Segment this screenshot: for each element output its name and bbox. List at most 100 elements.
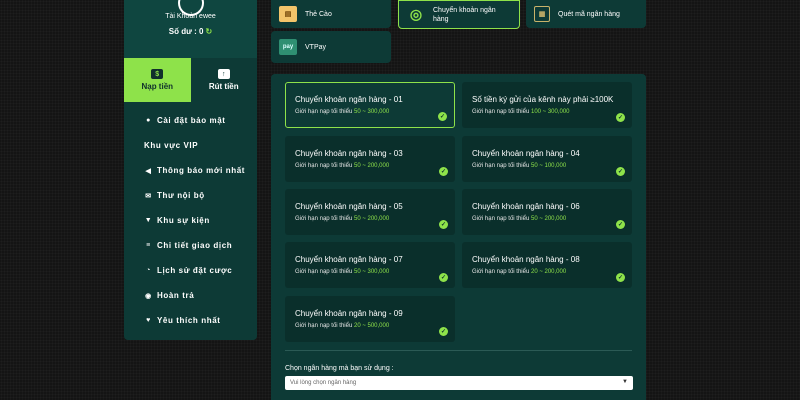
bank-name: Chuyển khoản ngân hàng - 04 — [472, 149, 580, 158]
menu-item-label: Cài đặt bảo mật — [157, 116, 226, 125]
heart-icon: ♥ — [146, 317, 151, 324]
menu-item-bet-history[interactable]: ◔ Lịch sử đặt cược — [124, 258, 257, 283]
account-sidebar: Tài Khoản ewee Số dư : 0 ↻ $ Nạp tiền ↑ R… — [124, 0, 257, 340]
qr-icon: ▦ — [534, 6, 550, 22]
method-scratch-card[interactable]: ▤ Thẻ Cào — [271, 0, 391, 28]
bank-card-07[interactable]: Chuyển khoản ngân hàng - 07 Giới hạn nạp… — [285, 242, 455, 288]
bank-select-placeholder: Vui lòng chọn ngân hàng — [290, 380, 357, 386]
history-icon: ◔ — [146, 267, 151, 274]
check-icon: ✓ — [616, 167, 625, 176]
bank-name: Số tiền ký gửi của kênh này phải ≥100K — [472, 95, 614, 104]
limit-label: Giới hạn nạp tối thiểu — [472, 269, 530, 275]
menu-item-news[interactable]: ◀ Thông báo mới nhất — [124, 158, 257, 183]
card-icon: ▤ — [279, 6, 297, 22]
check-icon: ✓ — [438, 112, 447, 121]
menu-item-refund[interactable]: ◉ Hoàn trả — [124, 283, 257, 308]
bank-limit: Giới hạn nạp tối thiểu 50 ~ 300,000 — [295, 269, 455, 275]
limit-range: 50 ~ 100,000 — [530, 163, 567, 169]
menu-item-label: Hoàn trả — [157, 291, 195, 300]
menu-item-events[interactable]: ▼ Khu sự kiện — [124, 208, 257, 233]
method-qr-bank[interactable]: ▦ Quét mã ngân hàng — [526, 0, 646, 28]
bank-card-04[interactable]: Chuyển khoản ngân hàng - 04 Giới hạn nạp… — [462, 136, 632, 182]
menu-item-inbox[interactable]: ✉ Thư nội bộ — [124, 183, 257, 208]
bank-limit: Giới hạn nạp tối thiểu 50 ~ 200,000 — [472, 216, 632, 222]
method-label: VTPay — [305, 43, 327, 51]
check-icon: ✓ — [439, 273, 448, 282]
bank-name: Chuyển khoản ngân hàng - 09 — [295, 309, 403, 318]
balance-text: Số dư : 0 — [168, 27, 204, 36]
bank-channel-panel: Chuyển khoản ngân hàng - 01 Giới hạn nạp… — [271, 74, 646, 400]
method-bank-transfer[interactable]: ◎ Chuyển khoản ngân hàng — [398, 0, 520, 29]
menu-item-vip[interactable]: Khu vực VIP — [124, 133, 257, 158]
check-icon: ✓ — [616, 273, 625, 282]
limit-label: Giới hạn nạp tối thiểu — [295, 269, 353, 275]
check-icon: ✓ — [616, 220, 625, 229]
bank-limit: Giới hạn nạp tối thiểu 50 ~ 200,000 — [295, 216, 455, 222]
bank-card-08[interactable]: Chuyển khoản ngân hàng - 08 Giới hạn nạp… — [462, 242, 632, 288]
bank-limit: Giới hạn nạp tối thiểu 50 ~ 300,000 — [295, 109, 454, 115]
menu-item-favorites[interactable]: ♥ Yêu thích nhất — [124, 308, 257, 333]
bank-name: Chuyển khoản ngân hàng - 01 — [295, 95, 403, 104]
limit-range: 20 ~ 500,000 — [353, 323, 390, 329]
limit-label: Giới hạn nạp tối thiểu — [295, 163, 353, 169]
wallet-tabs: $ Nạp tiền ↑ Rút tiền — [124, 58, 257, 102]
limit-range: 50 ~ 200,000 — [530, 216, 567, 222]
deposit-icon: $ — [151, 69, 164, 79]
bank-select[interactable]: Vui lòng chọn ngân hàng ▼ — [285, 376, 633, 390]
bank-limit: Giới hạn nạp tối thiểu 50 ~ 200,000 — [295, 163, 455, 169]
bank-name: Chuyển khoản ngân hàng - 07 — [295, 255, 403, 264]
method-label: Quét mã ngân hàng — [558, 10, 620, 18]
method-vtpay[interactable]: pay VTPay — [271, 31, 391, 63]
bank-name: Chuyển khoản ngân hàng - 03 — [295, 149, 403, 158]
menu-item-label: Chi tiết giao dịch — [157, 241, 233, 250]
megaphone-icon: ◀ — [145, 167, 152, 175]
limit-range: 50 ~ 300,000 — [353, 269, 390, 275]
bank-card-02[interactable]: Số tiền ký gửi của kênh này phải ≥100K G… — [462, 82, 632, 128]
account-name: Tài Khoản ewee — [165, 13, 216, 20]
limit-range: 100 ~ 300,000 — [530, 109, 570, 115]
bank-name: Chuyển khoản ngân hàng - 06 — [472, 202, 580, 211]
user-shield-icon: ● — [146, 117, 151, 124]
vtpay-logo: pay — [279, 39, 297, 55]
bank-name: Chuyển khoản ngân hàng - 08 — [472, 255, 580, 264]
limit-label: Giới hạn nạp tối thiểu — [295, 323, 353, 329]
tab-deposit[interactable]: $ Nạp tiền — [124, 58, 191, 102]
bank-limit: Giới hạn nạp tối thiểu 50 ~ 100,000 — [472, 163, 632, 169]
menu-item-label: Lịch sử đặt cược — [157, 266, 233, 275]
menu-item-transactions[interactable]: ≡ Chi tiết giao dịch — [124, 233, 257, 258]
menu-item-label: Thư nội bộ — [157, 191, 205, 200]
bank-limit: Giới hạn nạp tối thiểu 20 ~ 500,000 — [295, 323, 455, 329]
check-icon: ✓ — [439, 167, 448, 176]
menu-item-label: Khu vực VIP — [144, 141, 199, 150]
tab-withdraw[interactable]: ↑ Rút tiền — [191, 58, 258, 102]
bank-card-01[interactable]: Chuyển khoản ngân hàng - 01 Giới hạn nạp… — [285, 82, 455, 128]
tab-withdraw-label: Rút tiền — [208, 82, 239, 91]
bank-card-03[interactable]: Chuyển khoản ngân hàng - 03 Giới hạn nạp… — [285, 136, 455, 182]
refresh-icon[interactable]: ↻ — [205, 27, 212, 36]
menu-item-label: Thông báo mới nhất — [157, 166, 246, 175]
limit-range: 50 ~ 300,000 — [353, 109, 390, 115]
bank-card-09[interactable]: Chuyển khoản ngân hàng - 09 Giới hạn nạp… — [285, 296, 455, 342]
envelope-icon: ✉ — [145, 192, 152, 200]
check-icon: ✓ — [439, 327, 448, 336]
balance: Số dư : 0 ↻ — [124, 27, 257, 36]
bank-card-05[interactable]: Chuyển khoản ngân hàng - 05 Giới hạn nạp… — [285, 189, 455, 235]
method-label: Chuyển khoản ngân hàng — [433, 6, 496, 23]
bank-name: Chuyển khoản ngân hàng - 05 — [295, 202, 403, 211]
bank-limit: Giới hạn nạp tối thiểu 100 ~ 300,000 — [472, 109, 632, 115]
limit-label: Giới hạn nạp tối thiểu — [295, 109, 353, 115]
check-icon: ✓ — [439, 220, 448, 229]
menu-item-security[interactable]: ● Cài đặt bảo mật — [124, 108, 257, 133]
menu-item-label: Yêu thích nhất — [157, 316, 221, 325]
method-label: Thẻ Cào — [305, 10, 332, 18]
bank-card-06[interactable]: Chuyển khoản ngân hàng - 06 Giới hạn nạp… — [462, 189, 632, 235]
profile-section: Tài Khoản ewee Số dư : 0 ↻ — [124, 0, 257, 58]
limit-range: 50 ~ 200,000 — [353, 216, 390, 222]
divider — [285, 350, 632, 351]
globe-icon: ◎ — [409, 6, 423, 22]
trophy-icon: ▼ — [144, 217, 153, 224]
account-menu: ● Cài đặt bảo mật Khu vực VIP ◀ Thông báo … — [124, 102, 257, 333]
limit-label: Giới hạn nạp tối thiểu — [472, 109, 530, 115]
check-icon: ✓ — [616, 113, 625, 122]
limit-label: Giới hạn nạp tối thiểu — [472, 163, 530, 169]
